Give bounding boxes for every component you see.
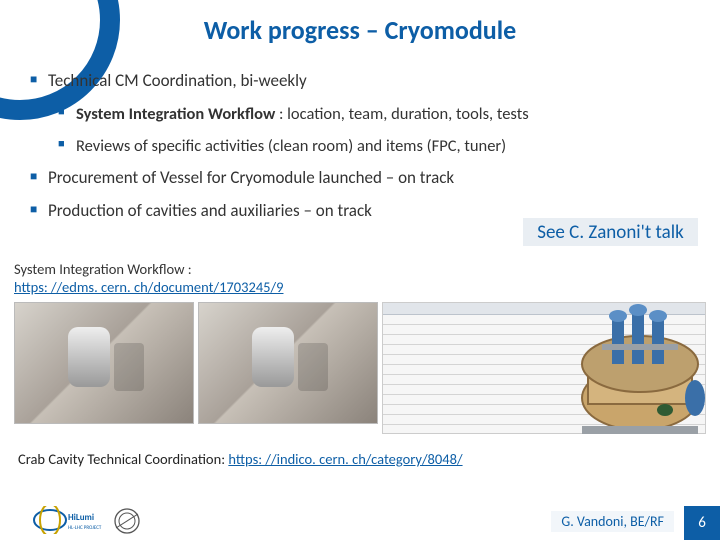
page-number: 6: [684, 506, 720, 540]
bullet-reviews: Reviews of specific activities (clean ro…: [58, 135, 698, 157]
bullet-siw: System Integration Workflow : location, …: [58, 103, 698, 125]
slide-title: Work progress – Cryomodule: [0, 14, 720, 46]
photo-cavity-parts-1: [14, 302, 194, 424]
cctc-reference: Crab Cavity Technical Coordination: http…: [18, 450, 463, 468]
footer: HiLumi HL-LHC PROJECT G. Vandoni, BE/RF 6: [0, 500, 720, 540]
cryomodule-cad-render: [570, 288, 710, 448]
svg-text:HL-LHC PROJECT: HL-LHC PROJECT: [68, 525, 102, 531]
siw-label: System Integration Workflow :: [14, 260, 192, 278]
cern-logo: [112, 506, 142, 536]
callout-zanoni: See C. Zanoni't talk: [523, 218, 698, 246]
siw-reference: System Integration Workflow : https: //e…: [14, 260, 283, 296]
bullet-procurement: Procurement of Vessel for Cryomodule lau…: [30, 167, 698, 190]
bullet-coordination: Technical CM Coordination, bi-weekly: [30, 70, 698, 93]
cctc-label: Crab Cavity Technical Coordination:: [18, 450, 228, 468]
bullet-siw-rest: : location, team, duration, tools, tests: [275, 104, 528, 124]
bullet-siw-bold: System Integration Workflow: [76, 104, 275, 124]
slide: Work progress – Cryomodule Technical CM …: [0, 0, 720, 540]
hilumi-logo: HiLumi HL-LHC PROJECT: [32, 506, 102, 534]
photo-cavity-parts-2: [198, 302, 378, 424]
cctc-link[interactable]: https: //indico. cern. ch/category/8048/: [228, 450, 462, 468]
siw-link[interactable]: https: //edms. cern. ch/document/1703245…: [14, 278, 283, 296]
author-byline: G. Vandoni, BE/RF: [551, 511, 674, 532]
content-area: Technical CM Coordination, bi-weekly Sys…: [22, 60, 698, 233]
svg-text:HiLumi: HiLumi: [68, 512, 94, 523]
